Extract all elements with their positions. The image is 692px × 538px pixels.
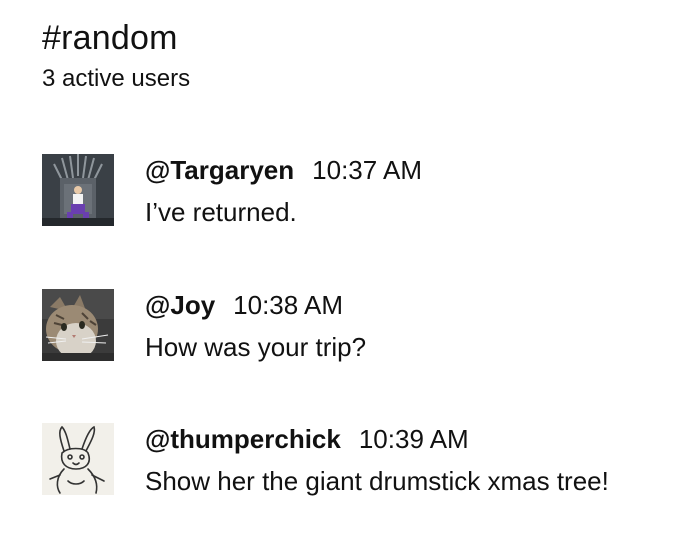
message-timestamp[interactable]: 10:39 AM <box>359 424 469 454</box>
iron-throne-avatar-icon[interactable] <box>42 154 114 226</box>
message-body: @thumperchick 10:39 AM Show her the giant… <box>145 423 609 497</box>
message-item: @thumperchick 10:39 AM Show her the giant… <box>42 423 682 503</box>
channel-header: #random 3 active users <box>42 18 190 94</box>
message-username[interactable]: @Targaryen <box>145 155 294 185</box>
message-text[interactable]: Show her the giant drumstick xmas tree! <box>145 465 609 497</box>
message-username[interactable]: @Joy <box>145 290 215 320</box>
message-username[interactable]: @thumperchick <box>145 424 341 454</box>
message-text[interactable]: How was your trip? <box>145 331 366 363</box>
message-item: @Targaryen 10:37 AM I’ve returned. <box>42 154 682 234</box>
message-meta: @Targaryen 10:37 AM <box>145 154 422 186</box>
tabby-cat-avatar-icon[interactable] <box>42 289 114 361</box>
message-timestamp[interactable]: 10:37 AM <box>312 155 422 185</box>
message-body: @Joy 10:38 AM How was your trip? <box>145 289 366 363</box>
message-timestamp[interactable]: 10:38 AM <box>233 290 343 320</box>
message-meta: @Joy 10:38 AM <box>145 289 366 321</box>
rabbit-sketch-avatar-icon[interactable] <box>42 423 114 495</box>
message-text[interactable]: I’ve returned. <box>145 196 422 228</box>
message-item: @Joy 10:38 AM How was your trip? <box>42 289 682 369</box>
message-body: @Targaryen 10:37 AM I’ve returned. <box>145 154 422 228</box>
message-meta: @thumperchick 10:39 AM <box>145 423 609 455</box>
channel-name[interactable]: #random <box>42 18 190 58</box>
active-users-count[interactable]: 3 active users <box>42 64 190 94</box>
